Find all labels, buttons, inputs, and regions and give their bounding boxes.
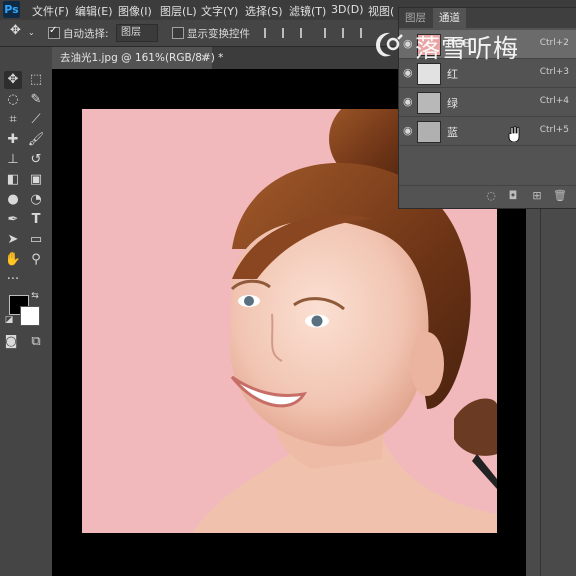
dodge-tool-icon[interactable]: ◔: [27, 191, 45, 209]
default-colors-icon[interactable]: ◪: [4, 315, 14, 325]
zoom-tool-icon[interactable]: ⚲: [27, 251, 45, 269]
watermark-logo: [376, 32, 403, 57]
align-middle-icon[interactable]: [342, 28, 354, 38]
shape-tool-icon[interactable]: ▭: [27, 231, 45, 249]
align-top-icon[interactable]: [324, 28, 336, 38]
move-tool-icon[interactable]: ✥: [4, 71, 22, 89]
menu-edit[interactable]: 编辑(E): [75, 3, 113, 19]
show-transform-checkbox[interactable]: [172, 27, 184, 39]
eraser-tool-icon[interactable]: ◧: [4, 171, 22, 189]
auto-select-label: 自动选择:: [63, 28, 109, 40]
lasso-tool-icon[interactable]: ◌: [4, 91, 22, 109]
watermark-text: 落雪听梅: [415, 34, 520, 63]
delete-channel-icon[interactable]: 🗑: [553, 190, 567, 202]
crop-tool-icon[interactable]: ⌗: [4, 111, 22, 129]
channel-shortcut: Ctrl+3: [539, 67, 569, 77]
channel-row-green[interactable]: ◉ 绿 Ctrl+4: [399, 88, 576, 117]
history-brush-tool-icon[interactable]: ↺: [27, 151, 45, 169]
swap-colors-icon[interactable]: ⇆: [30, 291, 40, 301]
channel-shortcut: Ctrl+5: [539, 125, 569, 135]
hand-cursor-icon: [508, 126, 520, 142]
align-center-icon[interactable]: [282, 28, 294, 38]
path-select-tool-icon[interactable]: ➤: [4, 231, 22, 249]
move-icon[interactable]: ✥: [10, 23, 21, 38]
load-selection-icon[interactable]: ◌: [485, 190, 497, 202]
tab-layers[interactable]: 图层: [399, 8, 432, 28]
watermark: 落雪听梅: [371, 28, 576, 63]
align-right-icon[interactable]: [300, 28, 312, 38]
chevron-down-icon[interactable]: ⌄: [28, 28, 35, 37]
marquee-tool-icon[interactable]: ⬚: [27, 71, 45, 89]
tab-channels[interactable]: 通道: [433, 8, 466, 28]
channel-thumbnail: [417, 63, 441, 85]
align-left-icon[interactable]: [264, 28, 276, 38]
photoshop-logo: Ps: [3, 1, 20, 18]
pen-tool-icon[interactable]: ✒: [4, 211, 22, 229]
channel-name: 绿: [447, 97, 458, 110]
document-tab-bar: 去油光1.jpg @ 161%(RGB/8#) * ×: [52, 47, 398, 69]
channel-row-blue[interactable]: ◉ 蓝 Ctrl+5: [399, 117, 576, 146]
auto-select-dropdown[interactable]: 图层: [116, 24, 158, 42]
channels-footer: ◌ ◘ ⊞ 🗑: [399, 185, 576, 208]
menu-layer[interactable]: 图层(L): [160, 3, 197, 19]
menu-filter[interactable]: 滤镜(T): [289, 3, 326, 19]
tools-panel: ✥ ⬚ ◌ ✎ ⌗ ⟋ ✚ 🖌 ⊥ ↺ ◧ ▣ ● ◔ ✒ T ➤ ▭ ✋ ⚲ …: [0, 47, 53, 576]
menu-image[interactable]: 图像(I): [118, 3, 152, 19]
visibility-eye-icon[interactable]: ◉: [403, 125, 415, 137]
channel-thumbnail: [417, 92, 441, 114]
menu-file[interactable]: 文件(F): [32, 3, 69, 19]
clone-stamp-tool-icon[interactable]: ⊥: [4, 151, 22, 169]
healing-tool-icon[interactable]: ✚: [4, 131, 22, 149]
background-color-swatch[interactable]: [20, 306, 40, 326]
close-tab-icon[interactable]: ×: [200, 47, 209, 69]
menu-3d[interactable]: 3D(D): [331, 3, 364, 16]
channel-name: 蓝: [447, 126, 458, 139]
eyedropper-tool-icon[interactable]: ⟋: [27, 111, 45, 129]
quick-mask-icon[interactable]: ◙: [2, 333, 20, 351]
panel-divider: [540, 199, 541, 576]
auto-select-checkbox[interactable]: [48, 25, 60, 39]
quick-select-tool-icon[interactable]: ✎: [27, 91, 45, 109]
channel-shortcut: Ctrl+4: [539, 96, 569, 106]
show-transform-label: 显示变换控件: [187, 28, 250, 40]
new-channel-icon[interactable]: ⊞: [531, 190, 543, 202]
blur-tool-icon[interactable]: ●: [4, 191, 22, 209]
menu-type[interactable]: 文字(Y): [201, 3, 238, 19]
more-tools-icon[interactable]: ···: [4, 271, 22, 289]
gradient-tool-icon[interactable]: ▣: [27, 171, 45, 189]
document-tab[interactable]: 去油光1.jpg @ 161%(RGB/8#) *: [52, 47, 223, 69]
channel-thumbnail: [417, 121, 441, 143]
menu-view[interactable]: 视图(: [368, 3, 394, 19]
menu-select[interactable]: 选择(S): [245, 3, 283, 19]
visibility-eye-icon[interactable]: ◉: [403, 67, 415, 79]
save-selection-icon[interactable]: ◘: [507, 190, 519, 202]
panel-tabs: 图层 通道: [399, 8, 576, 28]
brush-tool-icon[interactable]: 🖌: [27, 131, 45, 149]
type-tool-icon[interactable]: T: [27, 211, 45, 229]
channel-name: 红: [447, 68, 458, 81]
hand-tool-icon[interactable]: ✋: [4, 251, 22, 269]
screen-mode-icon[interactable]: ⧉: [27, 333, 45, 351]
document-tab-title: 去油光1.jpg @ 161%(RGB/8#) *: [60, 52, 224, 64]
visibility-eye-icon[interactable]: ◉: [403, 96, 415, 108]
